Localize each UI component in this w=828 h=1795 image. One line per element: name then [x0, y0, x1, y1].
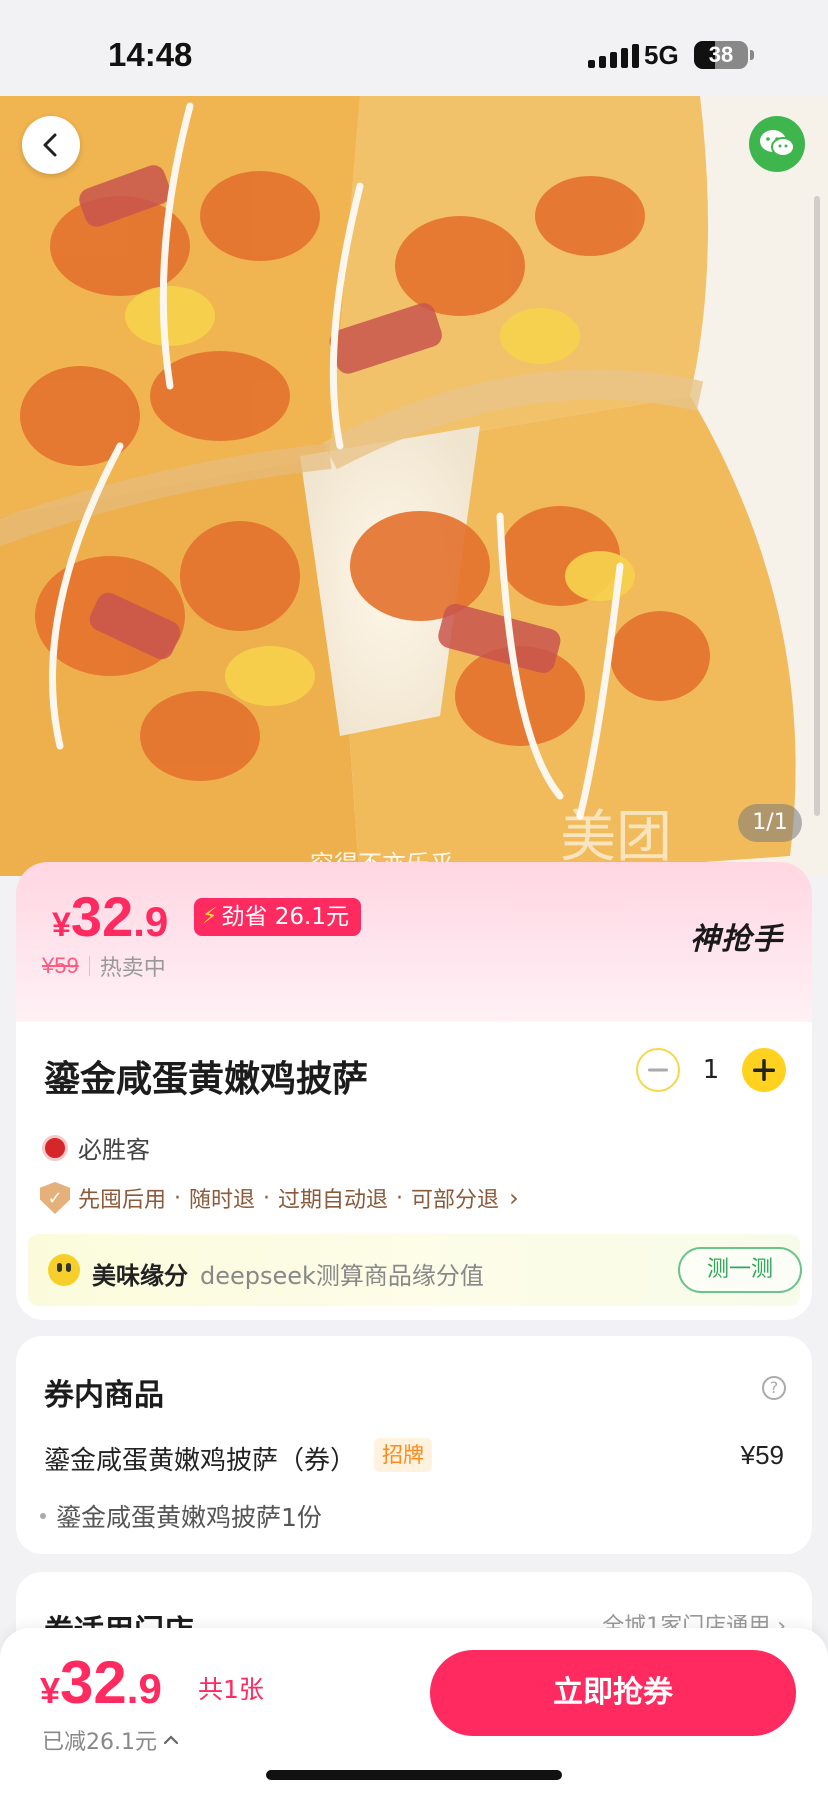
- wechat-share-button[interactable]: [749, 116, 805, 172]
- coupon-count: 共1张: [198, 1675, 264, 1704]
- watermark-logo: 美团: [560, 805, 672, 870]
- quantity-stepper: 1: [636, 1048, 786, 1092]
- image-counter: 1/1: [738, 804, 802, 842]
- fate-test-button[interactable]: 测一测: [678, 1247, 802, 1293]
- merchant-row[interactable]: 必胜客: [42, 1130, 150, 1165]
- divider: [88, 956, 90, 976]
- back-button[interactable]: [22, 116, 80, 174]
- battery-tip: [750, 50, 754, 60]
- merchant-logo-icon: [42, 1134, 68, 1161]
- original-price-row: ¥59 热卖中: [42, 950, 166, 982]
- battery-icon: 38: [694, 41, 748, 69]
- wechat-icon: [760, 130, 795, 157]
- brand-logo: 神抢手: [690, 922, 783, 957]
- chevron-up-icon: [163, 1735, 179, 1745]
- original-price: ¥59: [42, 953, 79, 978]
- savings-text: 劲省 26.1元: [221, 904, 349, 930]
- status-bar: 14:48 5G 38: [0, 0, 828, 96]
- plus-icon: [753, 1059, 775, 1081]
- fate-title: 美味缘分: [92, 1262, 188, 1290]
- total-price: ¥32.9: [40, 1648, 162, 1717]
- current-price: ¥32.9: [52, 884, 168, 949]
- coupon-contents-card: 券内商品 ? 鎏金咸蛋黄嫩鸡披萨（券） 招牌 ¥59 鎏金咸蛋黄嫩鸡披萨1份: [16, 1336, 812, 1554]
- signal-icon: [588, 44, 639, 68]
- quantity-value: 1: [702, 1055, 720, 1085]
- increase-quantity-button[interactable]: [742, 1048, 786, 1092]
- decrease-quantity-button[interactable]: [636, 1048, 680, 1092]
- guarantee-2: 随时退: [189, 1188, 256, 1213]
- product-title: 鎏金咸蛋黄嫩鸡披萨: [44, 1059, 369, 1100]
- status-time: 14:48: [108, 36, 193, 73]
- separator: ·: [263, 1185, 271, 1211]
- minus-icon: [648, 1068, 668, 1072]
- sale-status: 热卖中: [99, 956, 166, 981]
- coupon-item-price: ¥59: [740, 1440, 784, 1470]
- price-integer: 32: [70, 885, 134, 948]
- grab-coupon-button[interactable]: 立即抢券: [430, 1650, 796, 1736]
- network-label: 5G: [644, 40, 679, 70]
- discount-amount: 已减26.1元: [42, 1730, 157, 1755]
- signature-badge: 招牌: [374, 1438, 432, 1472]
- fate-banner: 美味缘分 deepseek测算商品缘分值 测一测: [28, 1234, 802, 1306]
- help-icon[interactable]: ?: [762, 1376, 786, 1400]
- shield-icon: ✓: [40, 1182, 70, 1214]
- home-indicator: [266, 1770, 562, 1780]
- pizza-illustration: 美团: [0, 96, 828, 876]
- discount-details-toggle[interactable]: 已减26.1元: [42, 1724, 179, 1756]
- chevron-right-icon: ›: [509, 1184, 519, 1212]
- guarantee-4: 可部分退: [411, 1188, 500, 1213]
- bullet: [40, 1513, 46, 1519]
- price-decimal: .9: [126, 1665, 162, 1712]
- coupon-item-name: 鎏金咸蛋黄嫩鸡披萨（券）: [44, 1446, 357, 1476]
- smiley-icon: [48, 1254, 80, 1286]
- separator: ·: [396, 1185, 404, 1211]
- price-decimal: .9: [133, 898, 169, 945]
- coupon-item-detail: 鎏金咸蛋黄嫩鸡披萨1份: [40, 1498, 322, 1534]
- product-info-card: 鎏金咸蛋黄嫩鸡披萨 1 必胜客 ✓ 先囤后用 · 随时退 · 过期自动退 · 可…: [16, 1022, 812, 1320]
- battery-level: 38: [708, 42, 734, 67]
- guarantee-row[interactable]: ✓ 先囤后用 · 随时退 · 过期自动退 · 可部分退 ›: [40, 1182, 519, 1214]
- savings-badge: ⚡ 劲省 26.1元: [194, 898, 361, 936]
- price-integer: 32: [60, 1649, 127, 1716]
- image-scrollbar: [814, 196, 820, 816]
- lightning-icon: ⚡: [202, 904, 218, 929]
- chevron-left-icon: [43, 133, 57, 157]
- merchant-name: 必胜客: [78, 1136, 150, 1164]
- product-image[interactable]: 美团 1/1 穷得不亦乐乎: [0, 96, 828, 876]
- guarantee-3: 过期自动退: [278, 1188, 389, 1213]
- fate-description: deepseek测算商品缘分值: [200, 1262, 484, 1290]
- price-banner: ¥32.9 ⚡ 劲省 26.1元 ¥59 热卖中 神抢手: [16, 862, 812, 1022]
- section-title: 券内商品: [44, 1378, 164, 1413]
- guarantee-1: 先囤后用: [78, 1188, 167, 1213]
- price-currency: ¥: [40, 1670, 61, 1711]
- price-currency: ¥: [52, 906, 71, 944]
- coupon-item-detail-text: 鎏金咸蛋黄嫩鸡披萨1份: [56, 1503, 322, 1532]
- separator: ·: [174, 1185, 182, 1211]
